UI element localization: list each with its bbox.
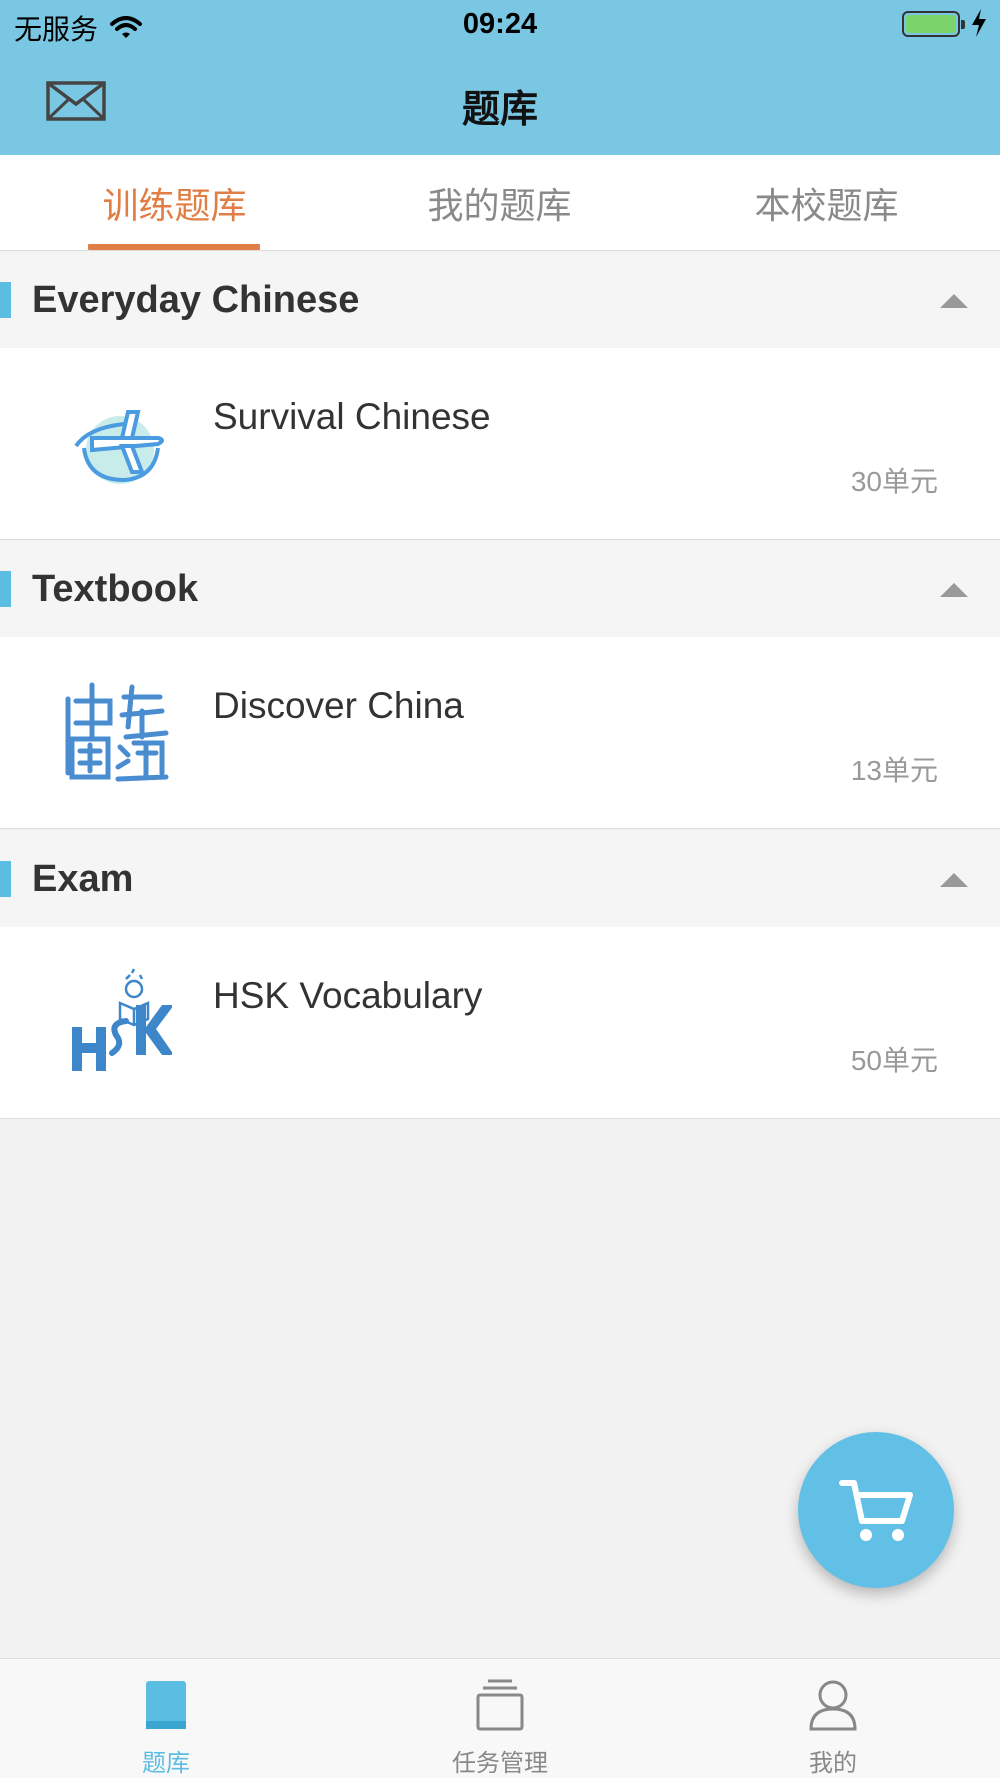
tabbar-item-question-bank[interactable]: 题库 (66, 1659, 266, 1778)
status-time: 09:24 (462, 8, 538, 40)
folder-stack-icon (476, 1679, 524, 1731)
item-title: Survival Chinese (213, 396, 491, 437)
section-title: Everyday Chinese (32, 279, 360, 321)
cart-icon (839, 1480, 913, 1541)
section-header-exam[interactable]: Exam (0, 831, 1000, 927)
section-header-everyday-chinese[interactable]: Everyday Chinese (0, 252, 1000, 348)
battery-icon (902, 11, 965, 37)
list-item-survival-chinese[interactable]: Survival Chinese 30单元 (0, 348, 1000, 540)
unit-count: 30单元 (850, 466, 938, 497)
tabbar-label: 题库 (142, 1750, 190, 1777)
tab-bar-top: 训练题库 我的题库 本校题库 (0, 155, 1000, 251)
tabbar-label: 我的 (809, 1750, 857, 1777)
book-icon (146, 1681, 186, 1729)
person-icon (809, 1680, 857, 1731)
tabbar-label: 任务管理 (452, 1750, 548, 1777)
section-title: Exam (32, 858, 134, 900)
section-accent-bar (0, 571, 11, 607)
bottom-tab-bar: 题库 任务管理 我的 (0, 1658, 1000, 1778)
section-header-textbook[interactable]: Textbook (0, 541, 1000, 637)
collapse-arrow-icon[interactable] (940, 581, 968, 597)
charging-icon (972, 9, 986, 37)
tabbar-item-task-management[interactable]: 任务管理 (400, 1659, 600, 1778)
active-tab-indicator (88, 244, 260, 250)
tab-school-bank[interactable]: 本校题库 (660, 155, 993, 251)
tab-training-bank[interactable]: 训练题库 (8, 155, 341, 251)
collapse-arrow-icon[interactable] (940, 871, 968, 887)
app-header: 无服务 09:24 题库 (0, 0, 1000, 155)
list-item-discover-china[interactable]: Discover China 13单元 (0, 637, 1000, 829)
section-accent-bar (0, 282, 11, 318)
calligraphy-seal-logo (65, 682, 169, 782)
cart-button[interactable] (798, 1432, 954, 1588)
unit-count: 50单元 (850, 1045, 938, 1076)
section-accent-bar (0, 861, 11, 897)
item-title: Discover China (213, 685, 464, 726)
section-title: Textbook (32, 568, 199, 610)
list-item-hsk-vocabulary[interactable]: HSK Vocabulary 50单元 (0, 927, 1000, 1119)
tabbar-item-mine[interactable]: 我的 (733, 1659, 933, 1778)
status-bar: 无服务 09:24 (0, 0, 1000, 50)
hsk-logo (72, 968, 172, 1071)
tab-my-bank[interactable]: 我的题库 (333, 155, 666, 251)
unit-count: 13单元 (850, 755, 938, 786)
airplane-globe-logo (74, 410, 164, 484)
page-title: 题库 (461, 89, 538, 131)
item-title: HSK Vocabulary (213, 975, 483, 1016)
collapse-arrow-icon[interactable] (940, 292, 968, 308)
